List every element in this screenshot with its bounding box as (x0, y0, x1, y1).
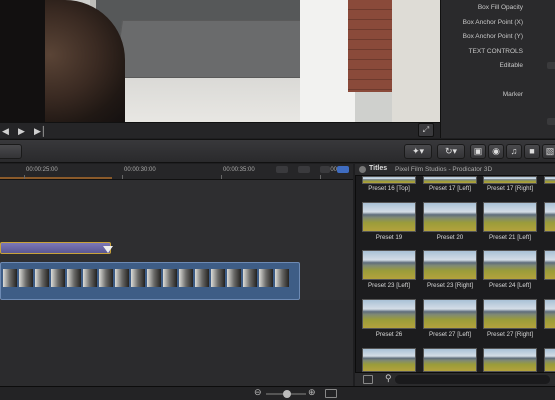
viewer-door (300, 0, 355, 122)
preset-thumbnail[interactable] (544, 299, 555, 329)
preset-thumbnail[interactable] (544, 348, 555, 372)
preset-thumbnail[interactable] (362, 176, 416, 184)
preset-thumbnail[interactable] (544, 176, 555, 184)
timeline-option-button[interactable] (276, 166, 288, 173)
search-input[interactable] (395, 375, 550, 384)
preset-thumbnail[interactable] (362, 250, 416, 280)
preset-thumbnail[interactable] (362, 299, 416, 329)
inspector-row-label: Box Anchor Point (Y) (462, 33, 523, 40)
clip-appearance-icon[interactable] (325, 389, 337, 398)
ruler-tick (122, 175, 123, 179)
photo-icon[interactable]: ◉ (488, 144, 504, 159)
timeline-ruler[interactable]: 00:00:25:00 00:00:30:00 00:00:35:00 00:0… (0, 164, 353, 180)
editable-checkbox[interactable] (547, 62, 555, 69)
preset-thumbnail[interactable] (483, 176, 537, 184)
video-clip[interactable] (0, 262, 300, 300)
music-icon[interactable]: ♫ (506, 144, 522, 159)
status-bar: ⊖ ⊕ (0, 386, 555, 400)
preset-thumbnail[interactable] (544, 250, 555, 280)
preset-thumbnail[interactable] (423, 299, 477, 329)
preset-thumbnail[interactable] (483, 202, 537, 232)
zoom-slider-handle[interactable] (283, 390, 291, 398)
mouse-cursor-icon (103, 246, 113, 253)
preset-thumbnail[interactable] (544, 202, 555, 232)
filmstrip-icon[interactable]: ▣ (470, 144, 486, 159)
preset-label: Preset 17 [Right] (486, 185, 534, 192)
timeline-empty-area[interactable] (0, 300, 353, 386)
preset-label: Preset 17 [Left] (429, 185, 471, 192)
zoom-in-icon[interactable]: ⊕ (308, 387, 316, 398)
browser-subtitle: Pixel Film Studios - Prodicator 3D (395, 165, 493, 173)
audio-icon[interactable] (320, 166, 330, 173)
fullscreen-icon[interactable]: ⤢ (418, 123, 434, 137)
browser-footer: ⚲ (355, 372, 555, 386)
inspector-row-label: Box Anchor Point (X) (462, 19, 523, 26)
ruler-tick (24, 175, 25, 179)
filmstrip-icon[interactable]: ■ (524, 144, 540, 159)
inspector-row-label: Box Fill Opacity (477, 4, 523, 11)
preset-label: Preset 27 [Right] (486, 331, 534, 338)
preset-thumbnail[interactable] (483, 299, 537, 329)
preset-thumbnail[interactable] (423, 202, 477, 232)
preset-label: Preset 24 [Left] (489, 282, 531, 289)
browser-header: Titles Pixel Film Studios - Prodicator 3… (355, 164, 555, 176)
inspector-row-label: Marker (502, 91, 523, 98)
preset-thumbnail[interactable] (423, 348, 477, 372)
ruler-tick (221, 175, 222, 179)
toolbar: ✦▾ ↻▾ ▣ ◉ ♫ ■ ▧ (0, 139, 555, 163)
zoom-out-icon[interactable]: ⊖ (254, 387, 262, 398)
titles-icon (359, 166, 366, 173)
play-icon[interactable]: ▶ (18, 123, 25, 139)
preset-thumbnail[interactable] (423, 176, 477, 184)
magic-wand-icon[interactable]: ✦▾ (404, 144, 432, 159)
timecode-label: 00:00:35:00 (223, 167, 255, 173)
retime-icon[interactable]: ↻▾ (437, 144, 465, 159)
preset-label: Preset 26 (375, 331, 403, 338)
transitions-icon[interactable]: ▧ (542, 144, 555, 159)
toolbar-left-button[interactable] (0, 144, 22, 159)
preset-label: Preset 27 [Left] (429, 331, 471, 338)
preset-thumbnail[interactable] (362, 348, 416, 372)
rendered-range-bar (0, 177, 112, 179)
preset-thumbnail[interactable] (483, 348, 537, 372)
timeline-option-button[interactable] (298, 166, 310, 173)
preset-label: Preset 19 (375, 234, 403, 241)
preset-label: Preset 20 (436, 234, 464, 241)
inspector-row-label: TEXT CONTROLS (468, 48, 523, 55)
skimming-toggle[interactable] (337, 166, 349, 173)
viewer-brick-wall (348, 0, 393, 92)
inspector-row-label: Editable (499, 62, 524, 69)
timecode-label: 00:00:30:00 (124, 167, 156, 173)
preset-label: Preset 23 [Right] (426, 282, 474, 289)
inspector-panel: Box Fill Opacity Box Anchor Point (X) Bo… (440, 0, 555, 138)
preset-label: Preset 21 [Left] (489, 234, 531, 241)
ruler-tick (320, 175, 321, 179)
browser-title: Titles (369, 165, 388, 172)
title-clip[interactable] (0, 242, 111, 254)
previous-frame-icon[interactable]: ◀ (2, 123, 9, 139)
preset-label: Preset 16 [Top] (368, 185, 410, 192)
preset-thumbnail[interactable] (483, 250, 537, 280)
sidebar-toggle-icon[interactable] (363, 375, 373, 384)
viewer-wall (392, 0, 440, 122)
viewer (0, 0, 440, 122)
viewer-person-shadow (0, 0, 45, 122)
search-icon[interactable]: ⚲ (385, 373, 392, 384)
timecode-label: 00:00:25:00 (26, 167, 58, 173)
inspector-field[interactable] (547, 118, 555, 125)
viewer-controls: ◀ ▶ ▶│ ⤢ (0, 122, 440, 138)
preset-thumbnail[interactable] (423, 250, 477, 280)
next-frame-icon[interactable]: ▶│ (34, 123, 47, 139)
preset-label: Preset 23 [Left] (368, 282, 410, 289)
preset-thumbnail[interactable] (362, 202, 416, 232)
